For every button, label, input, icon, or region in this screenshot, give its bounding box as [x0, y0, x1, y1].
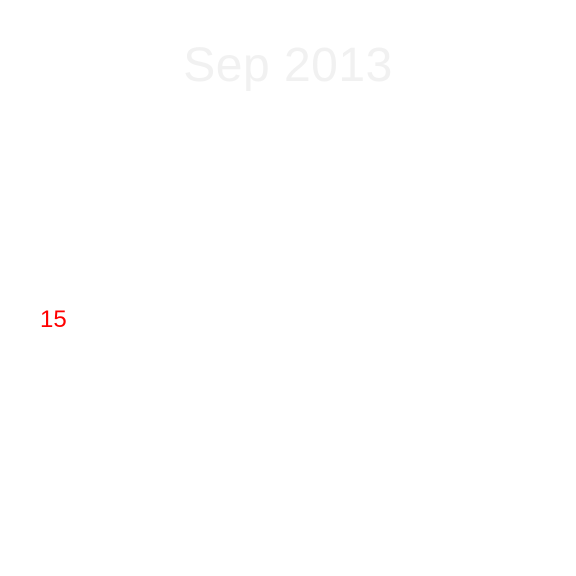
day-cell-15[interactable]: 15 [24, 296, 88, 344]
day-grid: 15 [0, 120, 576, 576]
calendar-view: Sep 2013 15 [0, 0, 576, 576]
month-title: Sep 2013 [183, 39, 393, 92]
day-number: 15 [40, 306, 67, 333]
